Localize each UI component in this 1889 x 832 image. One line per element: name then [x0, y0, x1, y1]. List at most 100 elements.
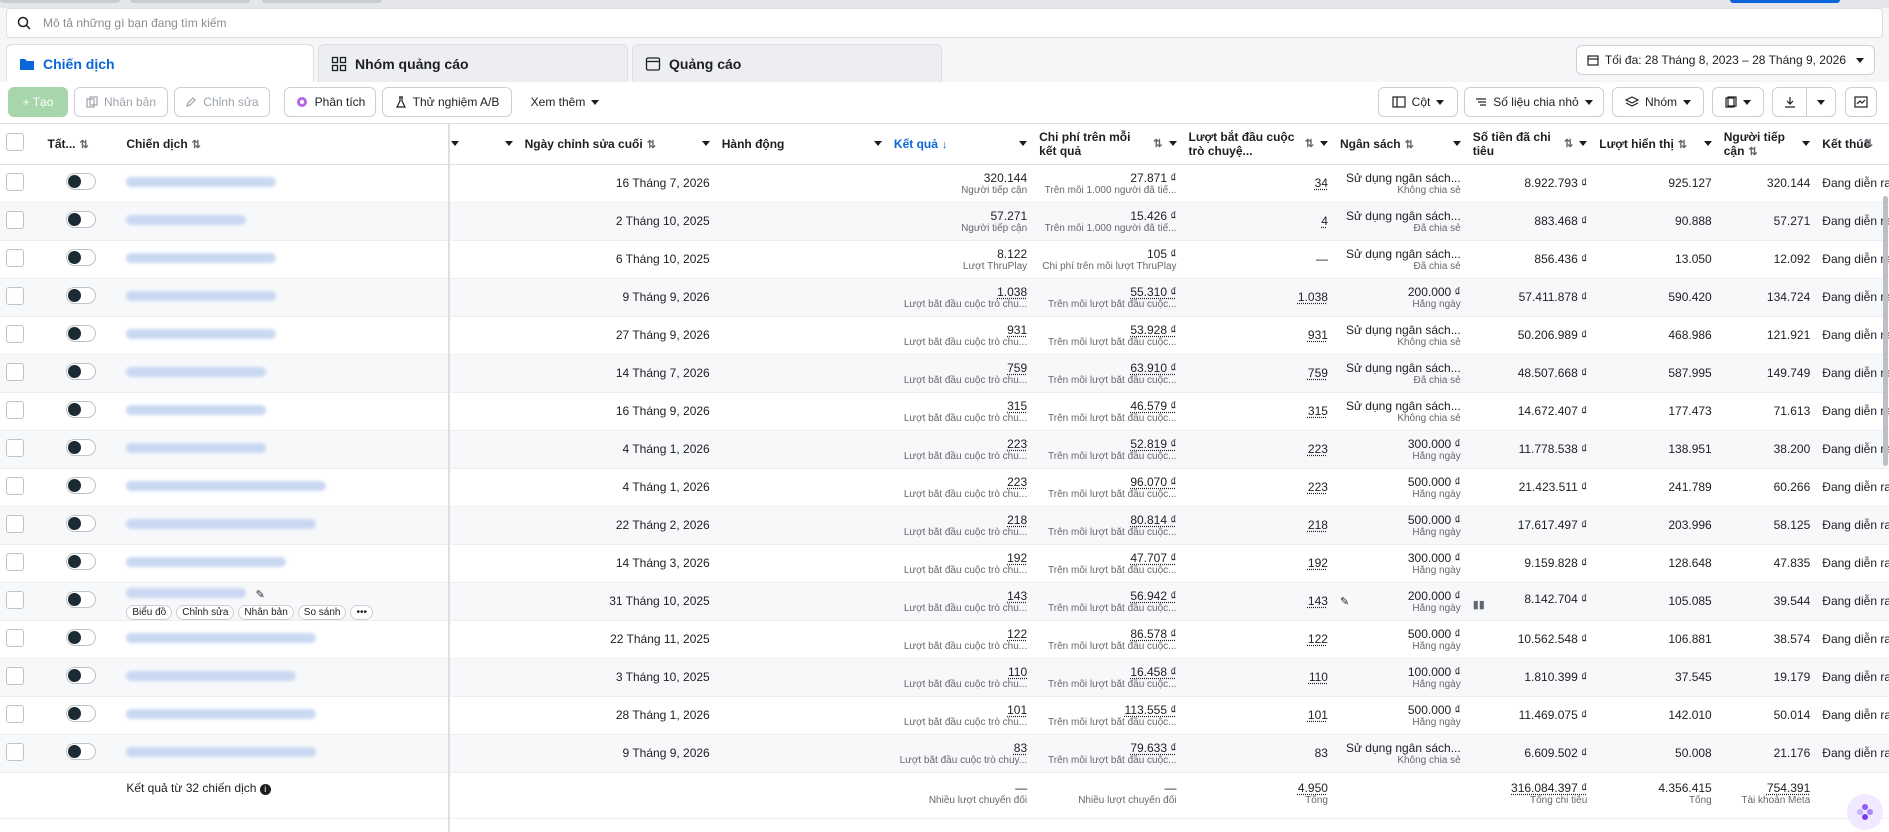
table-row[interactable]: 16 Tháng 9, 2026 315 Lượt bắt đầu cuộc tr… — [0, 392, 1889, 431]
table-row[interactable]: 4 Tháng 1, 2026 223 Lượt bắt đầu cuộc trò… — [0, 430, 1889, 469]
table-row[interactable]: ✎ Biểu đồ Chỉnh sửa Nhân bản So sánh •••… — [0, 582, 1889, 621]
header-action[interactable]: Hành động — [715, 124, 888, 165]
tab-campaigns[interactable]: Chiến dịch — [6, 44, 314, 82]
campaign-toggle[interactable] — [65, 211, 96, 228]
campaign-name-link[interactable] — [126, 709, 317, 719]
table-row[interactable]: 4 Tháng 1, 2026 223 Lượt bắt đầu cuộc trò… — [0, 468, 1889, 507]
campaign-name-link[interactable] — [126, 291, 277, 301]
row-select-cell[interactable] — [0, 354, 42, 393]
search-input[interactable] — [43, 16, 1743, 30]
header-results[interactable]: Kết quả ↓ — [887, 124, 1034, 165]
more-actions-button[interactable]: ••• — [350, 604, 373, 619]
campaign-toggle[interactable] — [65, 249, 96, 266]
analyze-button[interactable]: Phân tích — [284, 87, 376, 117]
row-select-cell[interactable] — [0, 544, 42, 583]
row-select-cell[interactable] — [0, 658, 42, 697]
campaign-toggle[interactable] — [65, 591, 96, 608]
header-budget[interactable]: Ngân sách ⇅ — [1333, 124, 1467, 165]
pencil-icon[interactable]: ✎ — [1340, 595, 1349, 608]
campaign-name-link[interactable] — [126, 747, 317, 757]
more-button[interactable]: Xem thêm — [520, 87, 610, 117]
row-checkbox[interactable] — [6, 400, 24, 419]
campaign-toggle[interactable] — [65, 287, 96, 304]
row-checkbox[interactable] — [6, 704, 24, 723]
campaign-name-link[interactable] — [126, 405, 267, 415]
campaign-name-link[interactable] — [126, 481, 327, 491]
tab-ad-sets[interactable]: Nhóm quảng cáo — [318, 44, 628, 82]
campaign-name-link[interactable] — [126, 367, 267, 377]
select-all-checkbox[interactable] — [6, 133, 24, 152]
ab-test-button[interactable]: Thử nghiệm A/B — [382, 87, 512, 117]
duplicate-button[interactable]: Nhân bản — [74, 87, 168, 117]
header-conversations[interactable]: Lượt bắt đầu cuộc trò chuyệ... ⇅ — [1182, 124, 1334, 165]
export-button[interactable] — [1772, 87, 1836, 117]
row-checkbox[interactable] — [6, 324, 24, 343]
edit-action-button[interactable]: Chỉnh sửa — [176, 604, 235, 619]
campaign-name-link[interactable] — [126, 177, 277, 187]
row-select-cell[interactable] — [0, 240, 42, 279]
campaign-toggle[interactable] — [65, 667, 96, 684]
create-button[interactable]: + Tạo — [8, 87, 68, 117]
campaign-name-link[interactable] — [126, 557, 287, 567]
select-all-header[interactable] — [0, 124, 42, 165]
row-select-cell[interactable] — [0, 316, 42, 355]
row-checkbox[interactable] — [6, 362, 24, 381]
row-checkbox[interactable] — [6, 628, 24, 647]
header-reach[interactable]: Người tiếp cận ⇅ — [1717, 124, 1817, 165]
table-row[interactable]: 22 Tháng 11, 2025 122 Lượt bắt đầu cuộc t… — [0, 620, 1889, 659]
campaign-name-link[interactable] — [126, 329, 277, 339]
row-checkbox[interactable] — [6, 210, 24, 229]
row-select-cell[interactable] — [0, 278, 42, 317]
table-row[interactable]: 14 Tháng 3, 2026 192 Lượt bắt đầu cuộc tr… — [0, 544, 1889, 583]
campaign-toggle[interactable] — [65, 325, 96, 342]
table-row[interactable]: 27 Tháng 9, 2026 931 Lượt bắt đầu cuộc tr… — [0, 316, 1889, 355]
table-row[interactable]: 14 Tháng 7, 2026 759 Lượt bắt đầu cuộc tr… — [0, 354, 1889, 393]
header-extra[interactable] — [464, 124, 519, 165]
row-checkbox[interactable] — [6, 438, 24, 457]
row-select-cell[interactable] — [0, 620, 42, 659]
tab-ads[interactable]: Quảng cáo — [632, 44, 942, 82]
row-checkbox[interactable] — [6, 552, 24, 571]
table-row[interactable]: 6 Tháng 10, 2025 8.122 Lượt ThruPlay 105 … — [0, 240, 1889, 279]
row-checkbox[interactable] — [6, 172, 24, 191]
chart-view-button[interactable] — [1845, 87, 1877, 117]
campaign-toggle[interactable] — [65, 173, 96, 190]
assistant-button[interactable] — [1847, 794, 1883, 830]
header-spent[interactable]: Số tiền đã chi tiêu ⇅ — [1466, 124, 1594, 165]
row-select-cell[interactable] — [0, 582, 42, 621]
row-checkbox[interactable] — [6, 590, 24, 609]
campaign-name-link[interactable] — [126, 671, 297, 681]
vertical-scrollbar[interactable] — [1883, 196, 1888, 466]
reports-button[interactable] — [1712, 87, 1764, 117]
info-icon[interactable]: i — [259, 783, 271, 795]
campaign-toggle[interactable] — [65, 439, 96, 456]
campaign-toggle[interactable] — [65, 705, 96, 722]
campaign-toggle[interactable] — [65, 515, 96, 532]
campaign-toggle[interactable] — [65, 629, 96, 646]
row-select-cell[interactable] — [0, 734, 42, 773]
header-modified[interactable]: Ngày chỉnh sửa cuối ⇅ — [518, 124, 716, 165]
header-campaign[interactable]: Chiến dịch ⇅ — [120, 124, 465, 165]
table-row[interactable]: 16 Tháng 7, 2026 320.144 Người tiếp cận 2… — [0, 164, 1889, 203]
row-select-cell[interactable] — [0, 392, 42, 431]
row-checkbox[interactable] — [6, 476, 24, 495]
header-end[interactable]: Kết thúc ⇅ — [1816, 124, 1889, 165]
table-row[interactable]: 22 Tháng 2, 2026 218 Lượt bắt đầu cuộc tr… — [0, 506, 1889, 545]
campaign-name-link[interactable] — [126, 519, 317, 529]
columns-button[interactable]: Cột — [1378, 87, 1458, 117]
campaign-toggle[interactable] — [65, 553, 96, 570]
campaign-name-link[interactable] — [126, 443, 267, 453]
campaign-name-link[interactable] — [126, 215, 247, 225]
date-range-picker[interactable]: Tối đa: 28 Tháng 8, 2023 – 28 Tháng 9, 2… — [1575, 45, 1875, 75]
pencil-icon[interactable]: ✎ — [256, 589, 265, 601]
row-checkbox[interactable] — [6, 248, 24, 267]
compare-action-button[interactable]: So sánh — [297, 604, 347, 619]
duplicate-action-button[interactable]: Nhân bản — [238, 604, 294, 619]
bar-chart-icon[interactable]: ▮▮ — [1473, 598, 1485, 611]
row-select-cell[interactable] — [0, 468, 42, 507]
campaign-name-link[interactable] — [126, 587, 247, 598]
header-cost-per-result[interactable]: Chi phí trên mỗi kết quả ⇅ — [1033, 124, 1183, 165]
edit-button[interactable]: Chỉnh sửa — [174, 87, 270, 117]
campaign-toggle[interactable] — [65, 477, 96, 494]
row-checkbox[interactable] — [6, 514, 24, 533]
